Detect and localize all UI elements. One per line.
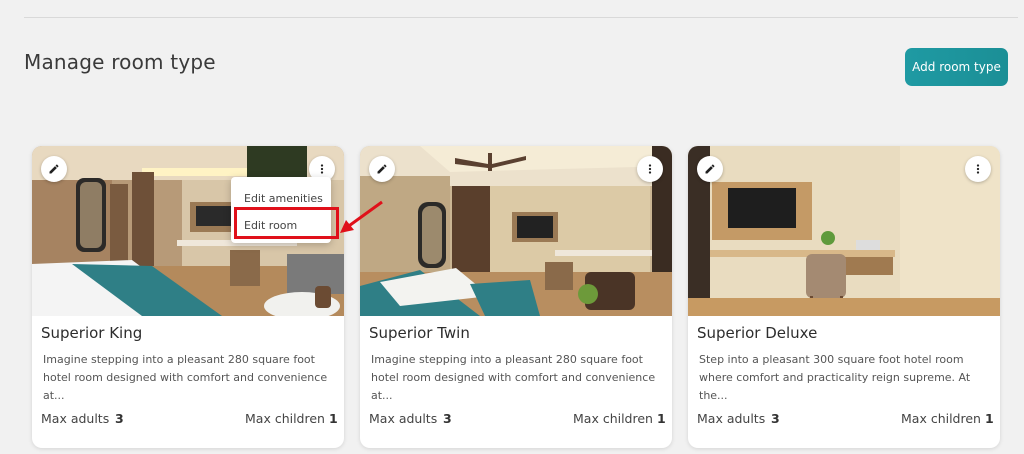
max-children-label: Max children [245, 411, 325, 426]
pencil-icon [705, 164, 715, 174]
max-adults-label: Max adults [697, 411, 766, 426]
room-card-superior-deluxe: Superior Deluxe Step into a pleasant 300… [688, 146, 1000, 448]
annotation-arrow-icon [340, 200, 383, 233]
room-photo-illustration [688, 146, 1000, 316]
more-vert-icon [320, 164, 324, 174]
edit-card-button[interactable] [41, 156, 67, 182]
max-adults-label: Max adults [369, 411, 438, 426]
room-description: Step into a pleasant 300 square foot hot… [699, 353, 971, 402]
room-description: Imagine stepping into a pleasant 280 squ… [371, 353, 656, 402]
max-adults-value: 3 [115, 411, 124, 426]
max-adults-label: Max adults [41, 411, 110, 426]
max-children-value: 1 [985, 411, 994, 426]
room-photo-illustration [360, 146, 672, 316]
room-card-superior-twin: Superior Twin Imagine stepping into a pl… [360, 146, 672, 448]
room-photo [360, 146, 672, 316]
add-room-type-button[interactable]: Add room type [905, 48, 1008, 86]
page-title: Manage room type [24, 50, 216, 74]
max-children-label: Max children [573, 411, 653, 426]
room-title: Superior Deluxe [697, 324, 818, 342]
max-adults-value: 3 [443, 411, 452, 426]
max-children-value: 1 [329, 411, 338, 426]
highlight-box [234, 207, 339, 239]
max-children-value: 1 [657, 411, 666, 426]
max-children-label: Max children [901, 411, 981, 426]
pencil-icon [377, 164, 387, 174]
edit-card-button[interactable] [369, 156, 395, 182]
more-vert-icon [976, 164, 980, 174]
room-title: Superior King [41, 324, 143, 342]
pencil-icon [49, 164, 59, 174]
top-divider [24, 17, 1018, 18]
menu-item-edit-amenities[interactable]: Edit amenities [244, 192, 323, 205]
room-description: Imagine stepping into a pleasant 280 squ… [43, 353, 328, 402]
max-adults-value: 3 [771, 411, 780, 426]
room-photo [688, 146, 1000, 316]
more-options-button[interactable] [637, 156, 663, 182]
room-title: Superior Twin [369, 324, 470, 342]
more-vert-icon [648, 164, 652, 174]
edit-card-button[interactable] [697, 156, 723, 182]
more-options-button[interactable] [965, 156, 991, 182]
